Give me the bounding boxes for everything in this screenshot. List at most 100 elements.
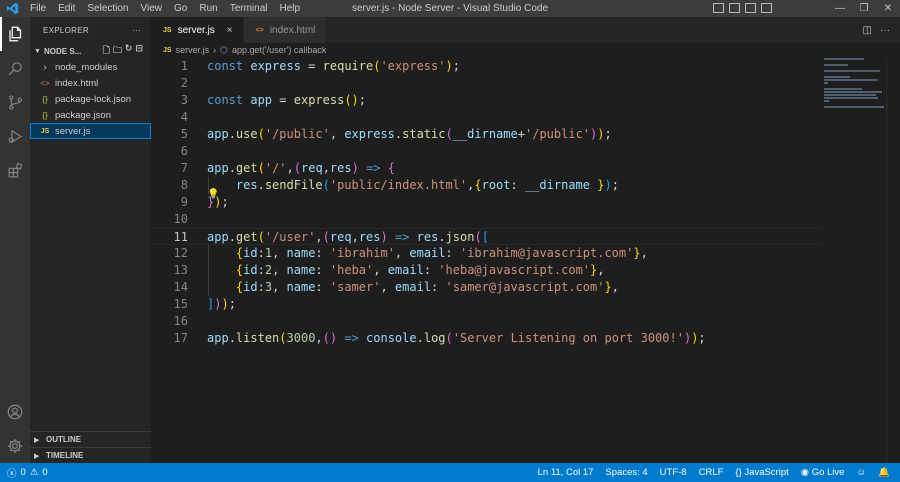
tab-server-js[interactable]: JS server.js × (151, 17, 244, 43)
tree-item-label: index.html (55, 77, 99, 89)
tree-item-package-lock-json[interactable]: {} package-lock.json (30, 91, 151, 107)
new-file-icon[interactable]: 🗋 (103, 43, 110, 59)
source-control-icon[interactable] (0, 85, 30, 119)
menu-terminal[interactable]: Terminal (224, 0, 274, 17)
customize-layout-icon[interactable] (761, 3, 772, 13)
toggle-panel-icon[interactable] (729, 3, 740, 13)
tree-item-label: node_modules (55, 61, 118, 73)
code-line: 7 app.get('/',(req,res) => { (151, 160, 821, 177)
tree-item-index-html[interactable]: <> index.html (30, 75, 151, 91)
code-line: 6 (151, 143, 821, 160)
code-editor[interactable]: 1 const express = require('express'); 2 3… (151, 58, 821, 463)
collapse-all-icon[interactable]: ⊟ (135, 43, 143, 59)
toggle-sidebar-icon[interactable] (713, 3, 724, 13)
code-line: 9}); 💡 (151, 189, 821, 211)
line-number: 17 (173, 331, 188, 345)
timeline-section-header[interactable]: ▶ TIMELINE (30, 447, 151, 463)
html-file-icon: <> (40, 78, 50, 88)
code-text: {id:2, name: 'heba', email: 'heba@javasc… (235, 263, 605, 277)
tree-item-node-modules[interactable]: › node_modules (30, 59, 151, 75)
explorer-icon[interactable] (0, 17, 30, 51)
menu-go[interactable]: Go (168, 0, 193, 17)
code-line: 15])); (151, 296, 821, 313)
code-line: 1 const express = require('express'); (151, 58, 821, 75)
problems-indicator[interactable]: ⓧ 0 ⚠ 0 (0, 466, 48, 480)
close-window-icon[interactable]: ✕ (876, 0, 900, 17)
line-number: 9 (180, 195, 188, 209)
language-mode[interactable]: {} JavaScript (735, 467, 788, 478)
menu-run[interactable]: Run (193, 0, 223, 17)
menu-file[interactable]: File (24, 0, 52, 17)
restore-icon[interactable]: ❐ (852, 0, 876, 17)
new-folder-icon[interactable]: 🗀 (113, 43, 122, 59)
line-number: 10 (173, 212, 188, 226)
symbol-method-icon: ⬡ (220, 44, 228, 55)
extensions-icon[interactable] (0, 153, 30, 187)
workspace-folder-header[interactable]: ▼ NODE S... 🗋 🗀 ↻ ⊟ (30, 43, 151, 59)
broadcast-icon: ◉ (800, 467, 812, 478)
indentation[interactable]: Spaces: 4 (605, 467, 647, 478)
minimize-icon[interactable]: — (828, 0, 852, 17)
js-file-icon: JS (163, 26, 172, 34)
end-of-line[interactable]: CRLF (699, 467, 724, 478)
code-line: 16 (151, 313, 821, 330)
line-number: 4 (180, 110, 188, 124)
notifications-bell-icon[interactable]: 🔔 (878, 467, 890, 478)
line-number: 8 (180, 178, 188, 192)
split-editor-icon[interactable]: ◫ (863, 25, 872, 36)
code-text: res.sendFile('public/index.html',{root: … (235, 178, 619, 192)
menu-selection[interactable]: Selection (81, 0, 134, 17)
vertical-scrollbar[interactable] (886, 58, 900, 463)
code-text: const app = express(); (207, 93, 367, 107)
code-line: 2 (151, 75, 821, 92)
outline-title: OUTLINE (46, 435, 82, 444)
manage-gear-icon[interactable] (0, 429, 30, 463)
json-file-icon: {} (42, 94, 48, 104)
line-number: 2 (180, 76, 188, 90)
code-line-current: 11 app.get('/user',(req,res) => res.json(… (151, 228, 821, 245)
status-right: Ln 11, Col 17 Spaces: 4 UTF-8 CRLF {} Ja… (538, 467, 900, 478)
activity-bar (0, 17, 30, 463)
js-file-icon: JS (40, 127, 50, 135)
tree-item-server-js[interactable]: JS server.js (30, 123, 151, 139)
explorer-title: EXPLORER (43, 25, 89, 35)
lightbulb-icon[interactable]: 💡 (207, 186, 219, 203)
code-text: app.listen(3000,() => console.log('Serve… (207, 331, 706, 345)
status-bar: ⓧ 0 ⚠ 0 Ln 11, Col 17 Spaces: 4 UTF-8 CR… (0, 463, 900, 482)
run-debug-icon[interactable] (0, 119, 30, 153)
minimap[interactable] (824, 58, 886, 463)
editor-actions: ◫ ··· (863, 17, 900, 43)
breadcrumb-file[interactable]: server.js (176, 45, 210, 55)
tab-index-html[interactable]: <> index.html (243, 17, 327, 43)
breadcrumb-symbol[interactable]: app.get('/user') callback (232, 45, 326, 55)
encoding[interactable]: UTF-8 (660, 467, 687, 478)
code-text: app.get('/user',(req,res) => res.json([ (207, 230, 489, 244)
line-number: 16 (173, 314, 188, 328)
refresh-icon[interactable]: ↻ (125, 43, 133, 59)
menu-view[interactable]: View (135, 0, 169, 17)
close-tab-icon[interactable]: × (227, 25, 233, 36)
cursor-position[interactable]: Ln 11, Col 17 (538, 467, 594, 478)
menu-help[interactable]: Help (274, 0, 307, 17)
tree-item-package-json[interactable]: {} package.json (30, 107, 151, 123)
code-text: app.use('/public', express.static(__dirn… (207, 127, 612, 141)
timeline-title: TIMELINE (46, 451, 84, 460)
line-number: 5 (180, 127, 188, 141)
outline-section-header[interactable]: ▶ OUTLINE (30, 431, 151, 447)
tree-item-label: package.json (55, 109, 111, 121)
toggle-secondary-sidebar-icon[interactable] (745, 3, 756, 13)
file-tree: › node_modules <> index.html {} package-… (30, 59, 151, 139)
feedback-icon[interactable]: ☺ (856, 467, 866, 478)
search-icon[interactable] (0, 51, 30, 85)
line-number: 13 (173, 263, 188, 277)
go-live-label: Go Live (811, 467, 845, 478)
line-number: 14 (173, 280, 188, 294)
accounts-icon[interactable] (0, 395, 30, 429)
menu-edit[interactable]: Edit (52, 0, 81, 17)
code-line: 12 {id:1, name: 'ibrahim', email: 'ibrah… (151, 245, 821, 262)
go-live-button[interactable]: ◉ Go Live (801, 467, 845, 478)
explorer-more-icon[interactable]: ··· (132, 26, 141, 35)
tree-item-label: package-lock.json (55, 93, 132, 105)
more-actions-icon[interactable]: ··· (880, 25, 890, 36)
title-bar: File Edit Selection View Go Run Terminal… (0, 0, 900, 17)
